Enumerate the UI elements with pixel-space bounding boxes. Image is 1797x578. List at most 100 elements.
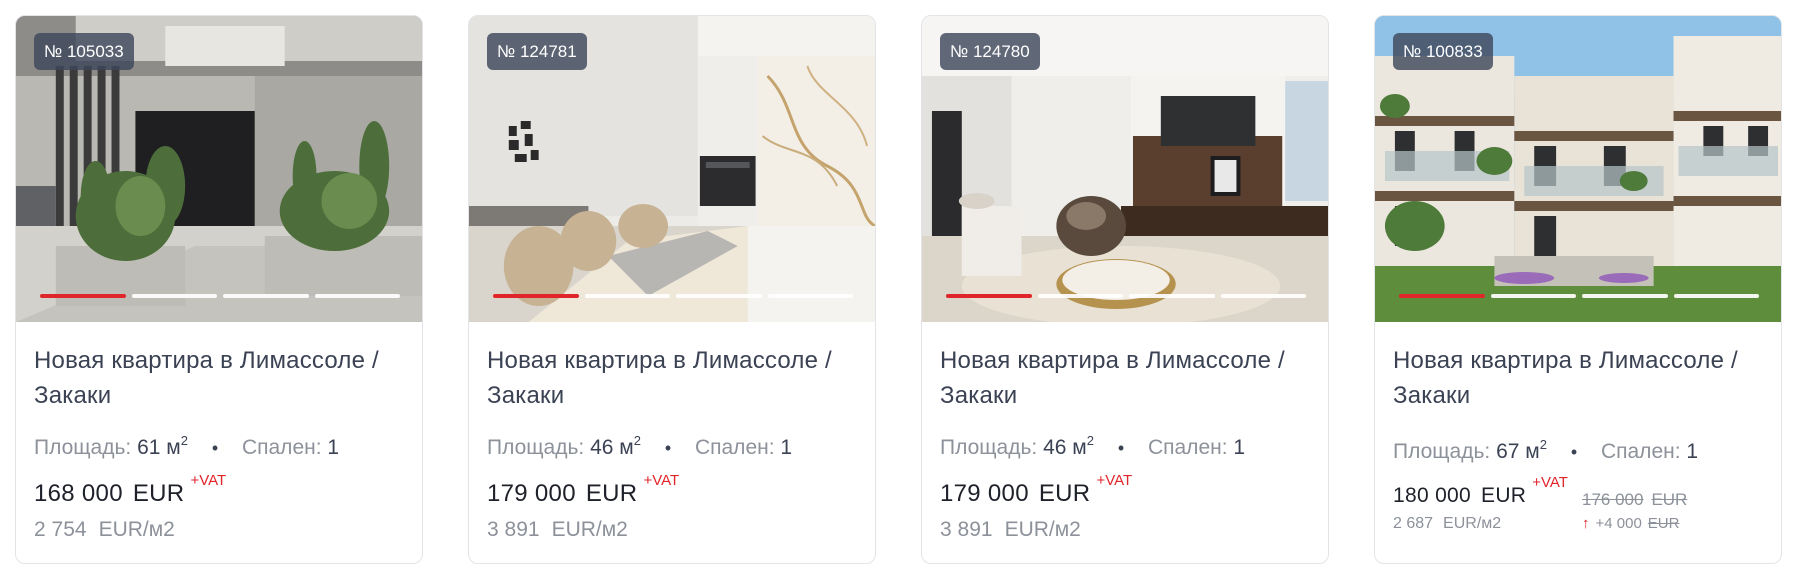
carousel-dot[interactable] bbox=[1490, 294, 1576, 298]
listing-meta: Площадь: 46 м2 • Спален: 1 bbox=[487, 426, 857, 463]
carousel-indicators bbox=[946, 294, 1306, 298]
carousel-dot[interactable] bbox=[1673, 294, 1759, 298]
listing-card[interactable]: № 124781 Новая квартира в Лимассоле / За… bbox=[468, 15, 876, 564]
listing-photo-carousel[interactable]: № 100833 bbox=[1375, 16, 1781, 322]
listing-photo-carousel[interactable]: № 124781 bbox=[469, 16, 875, 322]
price-row: 180 000 EUR +VAT 2 687 EUR/м2 176 000 EUR ↑… bbox=[1393, 474, 1763, 535]
carousel-dot[interactable] bbox=[1037, 294, 1123, 298]
vat-badge: +VAT bbox=[1532, 474, 1568, 491]
bedrooms-value: 1 bbox=[1686, 440, 1699, 463]
area-superscript: 2 bbox=[1086, 433, 1094, 448]
listing-meta: Площадь: 61 м2 • Спален: 1 bbox=[34, 426, 404, 463]
price-currency: EUR bbox=[132, 480, 185, 507]
carousel-dot[interactable] bbox=[493, 294, 579, 298]
price-per-m2-unit: EUR/м2 bbox=[1004, 518, 1081, 541]
carousel-indicators bbox=[493, 294, 853, 298]
carousel-dot[interactable] bbox=[314, 294, 400, 298]
listing-card[interactable]: № 100833 Новая квартира в Лимассоле / За… bbox=[1374, 15, 1782, 564]
bullet-separator: • bbox=[1570, 442, 1578, 462]
listing-title[interactable]: Новая квартира в Лимассоле / Закаки bbox=[487, 343, 857, 413]
price: 179 000 EUR bbox=[487, 479, 637, 509]
vat-badge: +VAT bbox=[1096, 472, 1133, 489]
bedrooms-value: 1 bbox=[1233, 436, 1246, 459]
price-per-m2-amount: 3 891 bbox=[487, 518, 540, 541]
carousel-dot[interactable] bbox=[1129, 294, 1215, 298]
listing-title[interactable]: Новая квартира в Лимассоле / Закаки bbox=[1393, 343, 1763, 413]
area-label: Площадь: bbox=[940, 436, 1038, 459]
area-superscript: 2 bbox=[633, 433, 641, 448]
price-row: 168 000 EUR +VAT bbox=[34, 472, 404, 509]
arrow-up-icon: ↑ bbox=[1581, 515, 1590, 532]
area-label: Площадь: bbox=[34, 436, 132, 459]
price-currency: EUR bbox=[585, 480, 638, 507]
price: 179 000 EUR bbox=[940, 479, 1090, 509]
price-currency: EUR bbox=[1038, 480, 1091, 507]
price-per-m2-unit: EUR/м2 bbox=[551, 518, 628, 541]
area-superscript: 2 bbox=[180, 433, 188, 448]
price-amount: 168 000 bbox=[34, 480, 123, 507]
listing-id-badge: № 105033 bbox=[34, 33, 134, 70]
old-price-currency: EUR bbox=[1651, 490, 1688, 509]
price-per-m2-amount: 2 687 bbox=[1393, 515, 1434, 532]
bullet-separator: • bbox=[211, 438, 219, 458]
price-change-currency: EUR bbox=[1647, 515, 1680, 532]
price-change-amount: +4 000 bbox=[1595, 515, 1642, 532]
carousel-dot[interactable] bbox=[584, 294, 670, 298]
price-amount: 179 000 bbox=[940, 480, 1029, 507]
listing-photo-carousel[interactable]: № 105033 bbox=[16, 16, 422, 322]
bullet-separator: • bbox=[664, 438, 672, 458]
price-per-m2: 3 891 EUR/м2 bbox=[487, 515, 857, 545]
vat-badge: +VAT bbox=[190, 472, 227, 489]
carousel-dot[interactable] bbox=[40, 294, 126, 298]
price-row: 179 000 EUR +VAT bbox=[940, 472, 1310, 509]
bullet-separator: • bbox=[1117, 438, 1125, 458]
carousel-dot[interactable] bbox=[767, 294, 853, 298]
bedrooms-label: Спален: bbox=[1147, 436, 1228, 459]
bedrooms-label: Спален: bbox=[694, 436, 775, 459]
price-per-m2-amount: 2 754 bbox=[34, 518, 87, 541]
listing-id-badge: № 100833 bbox=[1393, 33, 1493, 70]
vat-badge: +VAT bbox=[643, 472, 680, 489]
price-amount: 180 000 bbox=[1393, 484, 1472, 507]
listing-card[interactable]: № 105033 Новая квартира в Лимассоле / За… bbox=[15, 15, 423, 564]
old-price-amount: 176 000 bbox=[1581, 490, 1644, 509]
price-per-m2: 2 754 EUR/м2 bbox=[34, 515, 404, 545]
bedrooms-value: 1 bbox=[327, 436, 340, 459]
price-row: 179 000 EUR +VAT bbox=[487, 472, 857, 509]
carousel-dot[interactable] bbox=[223, 294, 309, 298]
listing-grid: № 105033 Новая квартира в Лимассоле / За… bbox=[0, 0, 1797, 578]
price: 168 000 EUR bbox=[34, 479, 184, 509]
area-label: Площадь: bbox=[1393, 440, 1491, 463]
price-change: ↑ +4 000 EUR bbox=[1582, 513, 1687, 535]
current-price-block: 180 000 EUR +VAT 2 687 EUR/м2 bbox=[1393, 474, 1568, 535]
bedrooms-value: 1 bbox=[780, 436, 793, 459]
price-per-m2: 3 891 EUR/м2 bbox=[940, 515, 1310, 545]
area-superscript: 2 bbox=[1539, 437, 1547, 452]
carousel-dot[interactable] bbox=[1582, 294, 1668, 298]
listing-card[interactable]: № 124780 Новая квартира в Лимассоле / За… bbox=[921, 15, 1329, 564]
area-value: 67 м bbox=[1496, 440, 1540, 463]
listing-id-badge: № 124781 bbox=[487, 33, 587, 70]
price-amount: 179 000 bbox=[487, 480, 576, 507]
listing-title[interactable]: Новая квартира в Лимассоле / Закаки bbox=[34, 343, 404, 413]
bedrooms-label: Спален: bbox=[1600, 440, 1681, 463]
price-per-m2-unit: EUR/м2 bbox=[1443, 515, 1502, 532]
carousel-dot[interactable] bbox=[676, 294, 762, 298]
area-label: Площадь: bbox=[487, 436, 585, 459]
carousel-dot[interactable] bbox=[946, 294, 1032, 298]
old-price-block: 176 000 EUR ↑ +4 000 EUR bbox=[1582, 489, 1687, 535]
carousel-dot[interactable] bbox=[131, 294, 217, 298]
listing-photo-carousel[interactable]: № 124780 bbox=[922, 16, 1328, 322]
carousel-dot[interactable] bbox=[1220, 294, 1306, 298]
area-value: 46 м bbox=[1043, 436, 1087, 459]
carousel-indicators bbox=[1399, 294, 1759, 298]
carousel-dot[interactable] bbox=[1399, 294, 1485, 298]
price-per-m2: 2 687 EUR/м2 bbox=[1393, 513, 1568, 535]
carousel-indicators bbox=[40, 294, 400, 298]
listing-meta: Площадь: 46 м2 • Спален: 1 bbox=[940, 426, 1310, 463]
listing-title[interactable]: Новая квартира в Лимассоле / Закаки bbox=[940, 343, 1310, 413]
price-currency: EUR bbox=[1481, 484, 1527, 507]
price-per-m2-amount: 3 891 bbox=[940, 518, 993, 541]
price-per-m2-unit: EUR/м2 bbox=[98, 518, 175, 541]
bedrooms-label: Спален: bbox=[241, 436, 322, 459]
